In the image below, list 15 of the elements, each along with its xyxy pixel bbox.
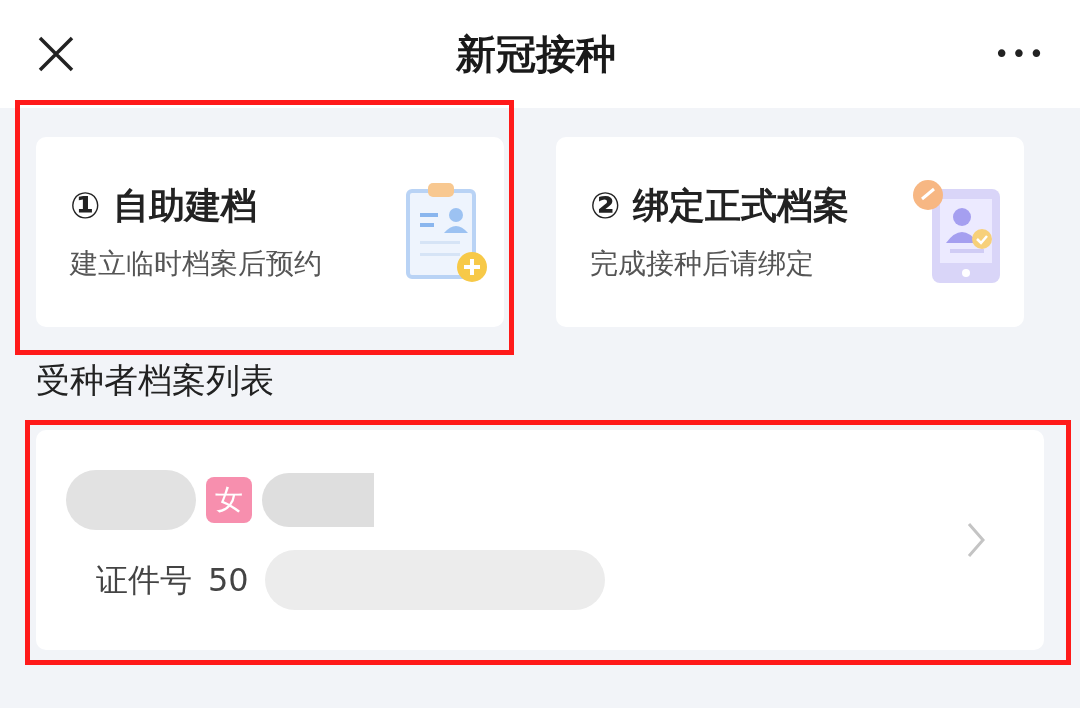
- card-subtitle: 完成接种后请绑定: [590, 246, 815, 282]
- card-title: ① 自助建档: [70, 184, 258, 228]
- gender-badge: 女: [206, 477, 252, 523]
- card-subtitle: 建立临时档案后预约: [70, 246, 322, 282]
- action-card[interactable]: ② 绑定正式档案 完成接种后请绑定: [556, 137, 1024, 327]
- chevron-right-icon: [966, 521, 986, 559]
- card-title: ② 绑定正式档案: [590, 184, 849, 228]
- close-icon: [36, 34, 76, 74]
- action-card[interactable]: ① 自助建档 建立临时档案后预约: [36, 137, 504, 327]
- window-title: 新冠接种: [456, 30, 616, 79]
- record-card[interactable]: 女 证件号 50: [36, 430, 1044, 650]
- id-number: 50: [208, 560, 249, 601]
- id-label: 证件号: [96, 560, 192, 601]
- section-title: 受种者档案列表: [35, 359, 275, 402]
- more-button[interactable]: •••: [993, 41, 1046, 67]
